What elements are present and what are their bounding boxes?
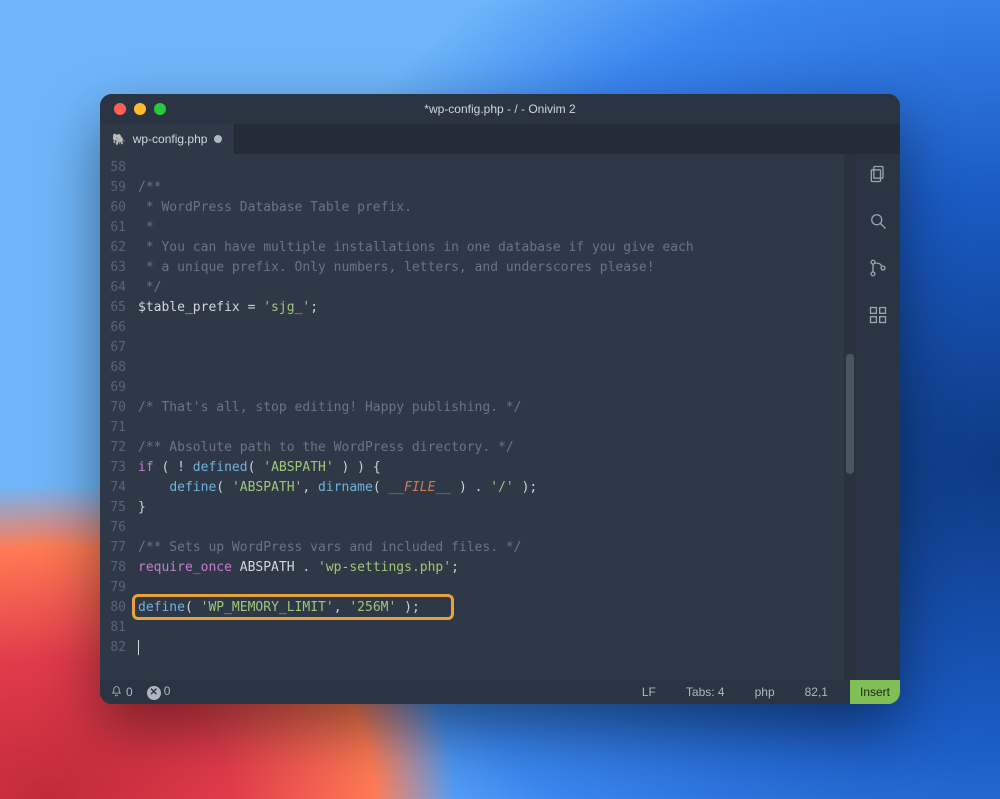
line-number: 76 — [100, 518, 126, 538]
notifications-button[interactable]: 0 — [110, 685, 133, 699]
line-number: 62 — [100, 238, 126, 258]
code-line[interactable]: /** — [138, 178, 834, 198]
errors-button[interactable]: ✕0 — [147, 684, 171, 700]
line-number: 74 — [100, 478, 126, 498]
line-number: 81 — [100, 618, 126, 638]
line-number: 79 — [100, 578, 126, 598]
window-body: 5859606162636465666768697071727374757677… — [100, 154, 900, 680]
code-line[interactable] — [138, 518, 834, 538]
code-line[interactable] — [138, 318, 834, 338]
code-line[interactable]: * — [138, 218, 834, 238]
code-line[interactable]: * WordPress Database Table prefix. — [138, 198, 834, 218]
status-position[interactable]: 82,1 — [797, 685, 836, 699]
code-line[interactable]: $table_prefix = 'sjg_'; — [138, 298, 834, 318]
tab-bar: 🐘 wp-config.php — [100, 124, 900, 154]
php-file-icon: 🐘 — [112, 133, 126, 146]
line-number: 71 — [100, 418, 126, 438]
status-language[interactable]: php — [747, 685, 783, 699]
errors-count: 0 — [164, 684, 171, 698]
line-number: 58 — [100, 158, 126, 178]
code-line[interactable] — [138, 638, 834, 658]
scrollbar-thumb[interactable] — [846, 354, 854, 474]
code-line[interactable]: } — [138, 498, 834, 518]
tab-wp-config[interactable]: 🐘 wp-config.php — [100, 124, 235, 154]
line-number: 75 — [100, 498, 126, 518]
line-number: 63 — [100, 258, 126, 278]
line-number: 65 — [100, 298, 126, 318]
line-number: 73 — [100, 458, 126, 478]
line-number: 64 — [100, 278, 126, 298]
vertical-scrollbar[interactable] — [844, 154, 856, 680]
line-number: 61 — [100, 218, 126, 238]
code-line[interactable] — [138, 618, 834, 638]
line-number: 67 — [100, 338, 126, 358]
code-line[interactable]: if ( ! defined( 'ABSPATH' ) ) { — [138, 458, 834, 478]
tab-filename: wp-config.php — [133, 132, 208, 146]
status-mode: Insert — [850, 680, 900, 704]
notifications-count: 0 — [126, 685, 133, 699]
code-editor[interactable]: 5859606162636465666768697071727374757677… — [100, 154, 856, 680]
line-number: 80 — [100, 598, 126, 618]
code-line[interactable] — [138, 358, 834, 378]
code-line[interactable]: */ — [138, 278, 834, 298]
search-icon[interactable] — [868, 211, 888, 236]
activity-bar — [856, 154, 900, 680]
modified-indicator-icon — [214, 135, 222, 143]
line-number: 70 — [100, 398, 126, 418]
line-number-gutter: 5859606162636465666768697071727374757677… — [100, 154, 134, 680]
line-number: 60 — [100, 198, 126, 218]
error-icon: ✕ — [147, 686, 161, 700]
git-icon[interactable] — [868, 258, 888, 283]
code-line[interactable]: /** Absolute path to the WordPress direc… — [138, 438, 834, 458]
line-number: 78 — [100, 558, 126, 578]
line-number: 82 — [100, 638, 126, 658]
code-line[interactable] — [138, 158, 834, 178]
code-line[interactable]: * You can have multiple installations in… — [138, 238, 834, 258]
code-line[interactable]: define( 'WP_MEMORY_LIMIT', '256M' ); — [138, 598, 834, 618]
code-line[interactable]: define( 'ABSPATH', dirname( __FILE__ ) .… — [138, 478, 834, 498]
line-number: 59 — [100, 178, 126, 198]
line-number: 69 — [100, 378, 126, 398]
code-line[interactable] — [138, 578, 834, 598]
code-line[interactable] — [138, 378, 834, 398]
code-line[interactable]: require_once ABSPATH . 'wp-settings.php'… — [138, 558, 834, 578]
line-number: 66 — [100, 318, 126, 338]
code-line[interactable]: /** Sets up WordPress vars and included … — [138, 538, 834, 558]
window-titlebar[interactable]: *wp-config.php - / - Onivim 2 — [100, 94, 900, 124]
code-line[interactable] — [138, 418, 834, 438]
editor-window: *wp-config.php - / - Onivim 2 🐘 wp-confi… — [100, 94, 900, 704]
status-eol[interactable]: LF — [634, 685, 664, 699]
extensions-icon[interactable] — [868, 305, 888, 330]
line-number: 72 — [100, 438, 126, 458]
files-icon[interactable] — [868, 164, 888, 189]
code-line[interactable]: /* That's all, stop editing! Happy publi… — [138, 398, 834, 418]
status-bar: 0 ✕0 LF Tabs: 4 php 82,1 Insert — [100, 680, 900, 704]
line-number: 77 — [100, 538, 126, 558]
code-line[interactable] — [138, 338, 834, 358]
window-title: *wp-config.php - / - Onivim 2 — [100, 102, 900, 116]
line-number: 68 — [100, 358, 126, 378]
status-indent[interactable]: Tabs: 4 — [678, 685, 733, 699]
code-area[interactable]: /** * WordPress Database Table prefix. *… — [134, 154, 844, 680]
code-line[interactable]: * a unique prefix. Only numbers, letters… — [138, 258, 834, 278]
